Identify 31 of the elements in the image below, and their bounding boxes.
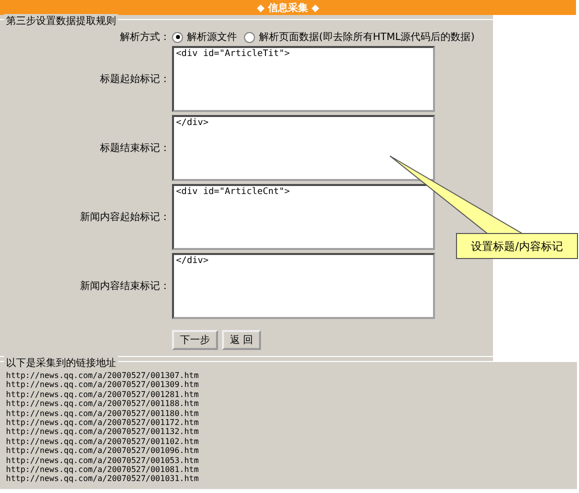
field-label: 标题起始标记： bbox=[99, 72, 171, 86]
field-label: 新闻内容起始标记： bbox=[79, 210, 171, 224]
link-url: http://news.qq.com/a/20070527/001307.htm bbox=[6, 371, 200, 380]
link-url: http://news.qq.com/a/20070527/001081.htm bbox=[6, 465, 200, 474]
header-title: ◆ 信息采集 ◆ bbox=[256, 2, 320, 14]
text-area[interactable]: <div id="ArticleCnt"> bbox=[172, 184, 435, 250]
panel-legend: 以下是采集到的链接地址 bbox=[4, 356, 118, 370]
link-url: http://news.qq.com/a/20070527/001172.htm bbox=[6, 418, 200, 428]
radio-label[interactable]: 解析页面数据(即去除所有HTML源代码后的数据) bbox=[259, 30, 475, 44]
field-label: 新闻内容结束标记： bbox=[79, 280, 171, 293]
field-label: 解析方式： bbox=[119, 30, 171, 44]
callout-box: 设置标题/内容标记 bbox=[456, 233, 578, 259]
link-url: http://news.qq.com/a/20070527/001053.htm bbox=[6, 456, 200, 465]
text-area[interactable]: </div> bbox=[172, 253, 435, 319]
field-label: 标题结束标记： bbox=[99, 142, 171, 155]
link-url: http://news.qq.com/a/20070527/001309.htm bbox=[6, 380, 200, 390]
panel-legend: 第三步设置数据提取规则 bbox=[4, 14, 118, 28]
form-button[interactable]: 返 回 bbox=[222, 330, 262, 350]
radio-button[interactable] bbox=[244, 32, 255, 42]
link-url: http://news.qq.com/a/20070527/001188.htm bbox=[6, 399, 200, 409]
text-area[interactable]: <div id="ArticleTit"> bbox=[172, 46, 435, 112]
link-url: http://news.qq.com/a/20070527/001096.htm bbox=[6, 446, 200, 456]
link-url: http://news.qq.com/a/20070527/001281.htm bbox=[6, 390, 200, 400]
link-url: http://news.qq.com/a/20070527/001180.htm bbox=[6, 408, 200, 418]
link-url: http://news.qq.com/a/20070527/001132.htm bbox=[6, 427, 200, 437]
radio-button[interactable] bbox=[172, 32, 183, 42]
text-area[interactable]: </div> bbox=[172, 115, 435, 181]
radio-label[interactable]: 解析源文件 bbox=[187, 30, 237, 44]
link-url: http://news.qq.com/a/20070527/001102.htm bbox=[6, 436, 200, 446]
form-button[interactable]: 下一步 bbox=[172, 330, 218, 350]
link-url: http://news.qq.com/a/20070527/001031.htm bbox=[6, 474, 200, 484]
